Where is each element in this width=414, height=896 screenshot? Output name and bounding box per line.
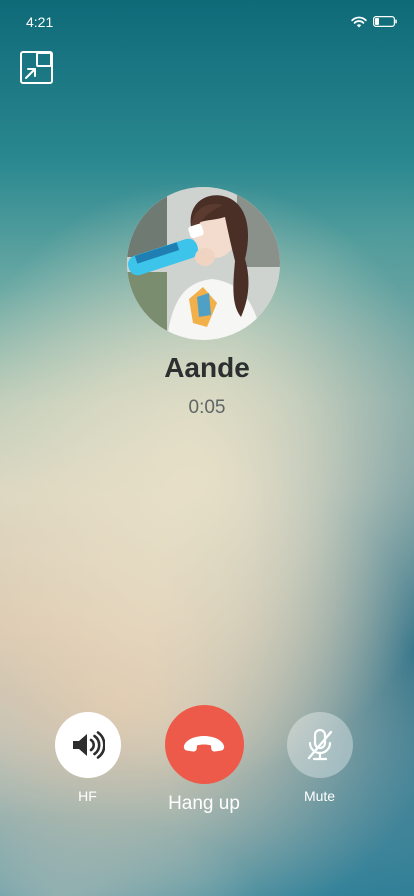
speaker-icon — [72, 731, 105, 759]
status-time: 4:21 — [26, 14, 54, 30]
minimize-call-button[interactable] — [20, 51, 53, 84]
hang-up-label: Hang up — [168, 793, 240, 814]
call-duration: 0:05 — [188, 397, 226, 418]
hands-free-control: HF — [54, 712, 121, 804]
status-bar: 4:21 — [0, 0, 414, 44]
mute-label: Mute — [303, 788, 336, 804]
hang-up-button[interactable] — [164, 705, 244, 784]
contact-name: Aande — [164, 352, 250, 383]
wifi-icon — [351, 16, 367, 28]
avatar — [127, 187, 280, 340]
mute-button[interactable] — [286, 712, 353, 778]
mute-control: Mute — [286, 712, 353, 804]
picture-in-picture-icon — [20, 51, 53, 84]
battery-icon — [373, 16, 397, 27]
phone-hangup-icon — [183, 735, 225, 752]
avatar-photo — [127, 187, 280, 340]
hands-free-label: HF — [78, 788, 97, 804]
mic-off-icon — [307, 728, 332, 761]
hang-up-control: Hang up — [160, 705, 248, 815]
hands-free-button[interactable] — [54, 712, 121, 778]
